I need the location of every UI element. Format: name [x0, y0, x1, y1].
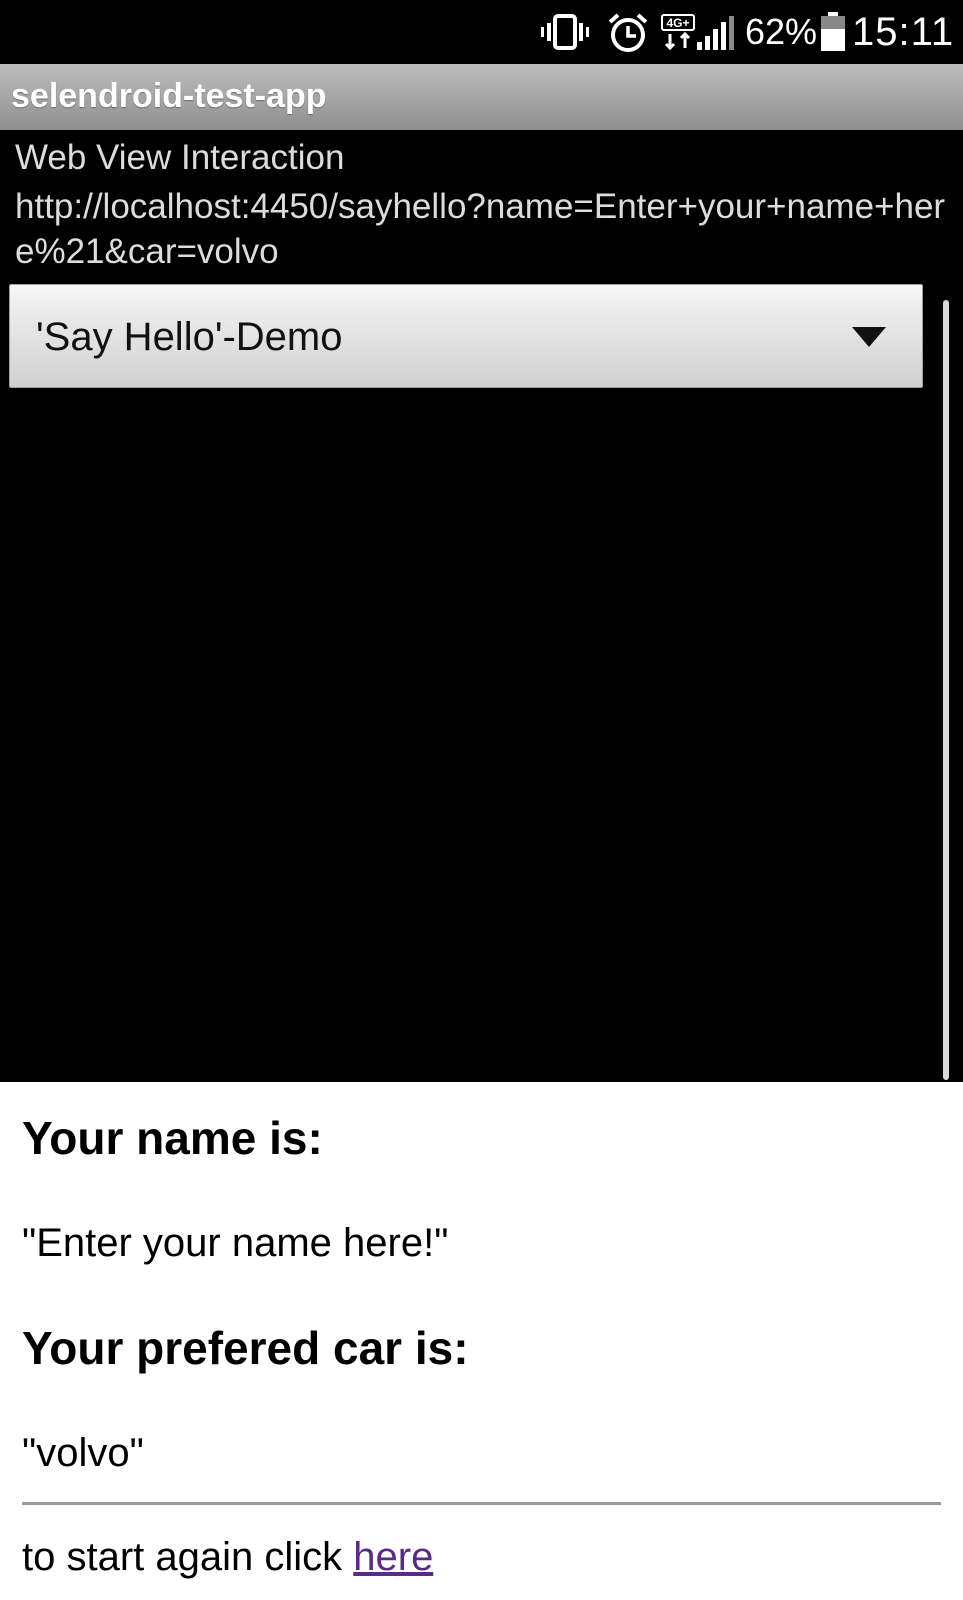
alarm-icon	[608, 13, 648, 52]
divider	[22, 1502, 941, 1505]
restart-text: to start again click	[22, 1535, 354, 1579]
chevron-down-icon	[852, 327, 886, 347]
name-value: "Enter your name here!"	[22, 1221, 449, 1265]
spinner-selected-value: 'Say Hello'-Demo	[36, 315, 343, 359]
battery-icon	[821, 12, 845, 51]
app-title: selendroid-test-app	[11, 77, 327, 115]
demo-spinner[interactable]: 'Say Hello'-Demo	[9, 284, 923, 388]
vibrate-icon	[541, 14, 589, 50]
status-bar: 4G+ 62% 15:11	[0, 0, 963, 64]
activity-label: Web View Interaction	[15, 138, 345, 177]
scrollbar[interactable]	[943, 300, 949, 1080]
restart-link[interactable]: here	[353, 1535, 433, 1579]
car-value: "volvo"	[22, 1431, 144, 1475]
network-type-label: 4G+	[666, 16, 689, 30]
app-title-bar: selendroid-test-app	[0, 64, 963, 130]
clock: 15:11	[852, 10, 955, 54]
car-heading: Your prefered car is:	[22, 1322, 469, 1374]
web-view: Your name is: "Enter your name here!" Yo…	[0, 1082, 963, 1600]
battery-percent: 62%	[745, 11, 818, 52]
restart-line: to start again click here	[22, 1532, 433, 1582]
signal-icon	[697, 16, 734, 50]
current-url: http://localhost:4450/sayhello?name=Ente…	[15, 187, 946, 271]
name-heading: Your name is:	[22, 1112, 323, 1164]
network-icon: 4G+	[661, 14, 695, 50]
